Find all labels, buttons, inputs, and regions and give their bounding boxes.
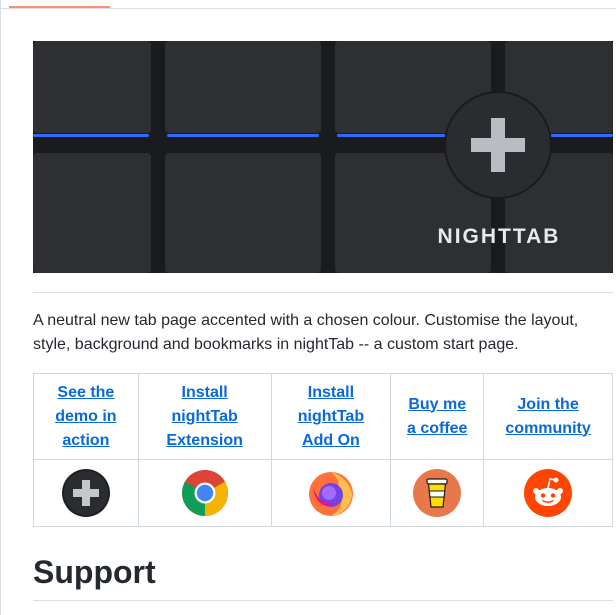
tab-bar [0, 0, 616, 9]
icon-cell-coffee [390, 459, 485, 527]
coffee-cup-icon[interactable] [413, 469, 462, 517]
section-divider [33, 292, 613, 293]
demo-link[interactable]: See the demo in action [55, 381, 116, 453]
reddit-icon[interactable] [524, 469, 573, 517]
icon-cell-demo [33, 459, 139, 527]
support-heading: Support [33, 554, 156, 590]
install-extension-link[interactable]: Install nightTab Extension [166, 381, 242, 453]
links-cell-demo: See the demo in action [33, 373, 139, 460]
links-cell-addon: Install nightTab Add On [270, 373, 392, 460]
links-cell-coffee: Buy me a coffee [390, 373, 485, 460]
icon-cell-community [483, 459, 613, 527]
buy-coffee-link[interactable]: Buy me a coffee [407, 393, 467, 441]
firefox-icon[interactable] [307, 469, 355, 517]
active-tab-indicator[interactable] [9, 6, 110, 8]
chrome-icon[interactable] [181, 469, 229, 517]
join-community-link[interactable]: Join the community [505, 393, 590, 441]
nighttab-plus-icon[interactable] [61, 469, 110, 517]
icon-cell-extension [137, 459, 272, 527]
project-description: A neutral new tab page accented with a c… [33, 312, 579, 353]
icon-cell-addon [270, 459, 392, 527]
install-addon-link[interactable]: Install nightTab Add On [298, 381, 364, 453]
links-cell-community: Join the community [483, 373, 613, 460]
page-left-border [0, 0, 1, 615]
nighttab-logo-text: NIGHTTAB [438, 225, 561, 248]
heading-underline [33, 600, 613, 601]
links-table: See the demo in action Install nightTab Exte… [33, 373, 613, 527]
links-cell-extension: Install nightTab Extension [137, 373, 272, 460]
nighttab-banner-image: NIGHTTAB [33, 41, 613, 273]
